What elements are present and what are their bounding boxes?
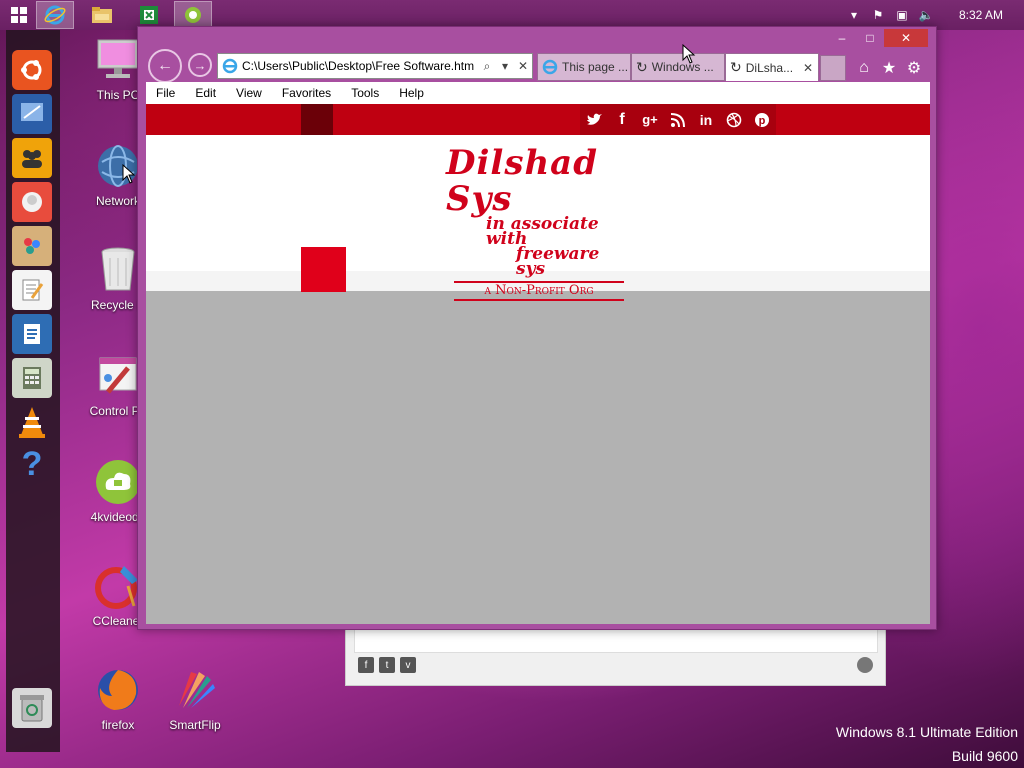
new-tab-button[interactable] xyxy=(820,55,846,81)
forward-button[interactable]: → xyxy=(188,53,212,77)
control-panel-icon xyxy=(94,352,142,400)
excel-icon[interactable] xyxy=(130,1,168,29)
facebook-icon[interactable]: f xyxy=(608,104,636,135)
menu-tools[interactable]: Tools xyxy=(341,86,389,100)
close-tab-icon[interactable]: ✕ xyxy=(798,61,818,75)
windows-watermark-build: Build 9600 xyxy=(951,748,1018,764)
maximize-button[interactable]: □ xyxy=(856,29,884,47)
globe-icon[interactable] xyxy=(857,657,873,673)
twitter-icon[interactable] xyxy=(580,104,608,135)
ie-page-icon xyxy=(222,58,238,74)
tab-windows[interactable]: ↻ Windows ... xyxy=(631,53,725,81)
vimeo-icon[interactable]: v xyxy=(400,657,416,673)
internet-explorer-icon[interactable] xyxy=(36,1,74,29)
monitor-app-icon[interactable] xyxy=(12,94,52,134)
browser-window[interactable]: – □ ✕ ← → C:\Users\Public\Desktop\Free S… xyxy=(137,26,937,630)
tab-this-page[interactable]: This page ... xyxy=(537,53,631,81)
desktop-icon-label: firefox xyxy=(101,718,135,732)
close-window-button[interactable]: ✕ xyxy=(884,29,928,47)
app-icon[interactable] xyxy=(174,1,212,29)
smartflip-icon xyxy=(171,666,219,714)
red-square-block xyxy=(301,247,346,292)
writer-icon[interactable] xyxy=(12,314,52,354)
loading-icon: ↻ xyxy=(636,58,648,75)
address-bar[interactable]: C:\Users\Public\Desktop\Free Software.ht… xyxy=(217,53,533,79)
unity-launcher: ? xyxy=(6,30,60,752)
logo-subtitle-1: in associate with xyxy=(486,214,599,249)
desktop-icon-smartflip[interactable]: SmartFlip xyxy=(155,666,235,732)
home-icon[interactable]: ⌂ xyxy=(853,57,875,79)
tab-label: DiLsha... xyxy=(745,60,794,75)
logo-title: Dilshad Sys xyxy=(446,143,598,219)
ie-page-icon xyxy=(542,59,558,75)
background-window[interactable]: f t v xyxy=(345,626,886,686)
back-button[interactable]: ← xyxy=(148,49,182,83)
clock[interactable]: 8:32 AM xyxy=(938,8,1024,22)
computer-icon xyxy=(94,36,142,84)
mouse-cursor-icon xyxy=(682,44,696,64)
recycle-bin-icon xyxy=(94,246,142,294)
notepad-icon[interactable] xyxy=(12,270,52,310)
header-red-bar: f g+ in p xyxy=(146,104,930,135)
dribbble-icon[interactable] xyxy=(720,104,748,135)
rss-icon[interactable] xyxy=(664,104,692,135)
menu-favorites[interactable]: Favorites xyxy=(272,86,341,100)
favorites-star-icon[interactable]: ★ xyxy=(878,57,900,79)
ccleaner-icon xyxy=(94,562,142,610)
minimize-button[interactable]: – xyxy=(828,29,856,47)
google-plus-icon[interactable]: g+ xyxy=(636,104,664,135)
facebook-icon[interactable]: f xyxy=(358,657,374,673)
file-explorer-icon[interactable] xyxy=(76,1,128,29)
desktop-icon-label: SmartFlip xyxy=(169,718,221,732)
site-logo[interactable]: Dilshad Sys in associate with freeware s… xyxy=(446,145,630,301)
menu-file[interactable]: File xyxy=(146,86,185,100)
tab-label: This page ... xyxy=(562,60,629,74)
address-url[interactable]: C:\Users\Public\Desktop\Free Software.ht… xyxy=(242,59,478,73)
help-icon[interactable]: ? xyxy=(12,444,52,484)
logo-subtitle-2: freeware sys xyxy=(516,244,600,279)
windows-start-icon[interactable] xyxy=(4,1,34,29)
desktop-icon-firefox[interactable]: firefox xyxy=(78,666,158,732)
menu-bar: File Edit View Favorites Tools Help xyxy=(146,82,930,104)
people-icon[interactable] xyxy=(12,138,52,178)
svg-text:p: p xyxy=(759,115,766,127)
page-content: f g+ in p Dilshad Sys in associate with … xyxy=(146,104,930,624)
ubuntu-icon[interactable] xyxy=(12,50,52,90)
background-window-content xyxy=(354,629,878,653)
stop-icon[interactable]: ✕ xyxy=(514,59,532,73)
settings-gear-icon[interactable]: ⚙ xyxy=(903,57,925,79)
header-dark-block xyxy=(301,104,333,135)
vlc-icon[interactable] xyxy=(12,402,52,442)
dropdown-icon[interactable]: ▾ xyxy=(496,59,514,73)
menu-edit[interactable]: Edit xyxy=(185,86,226,100)
search-icon[interactable]: ⌕ xyxy=(478,59,496,74)
twitter-icon[interactable]: t xyxy=(379,657,395,673)
logo-tagline: a Non-Profit Org xyxy=(454,281,624,301)
pinterest-icon[interactable]: p xyxy=(748,104,776,135)
mouse-cursor-icon xyxy=(122,164,136,184)
loading-icon: ↻ xyxy=(730,59,742,75)
paint-icon[interactable] xyxy=(12,226,52,266)
windows-watermark-edition: Windows 8.1 Ultimate Edition xyxy=(835,724,1018,740)
messenger-icon[interactable] xyxy=(12,182,52,222)
tab-dilshad[interactable]: ↻ DiLsha... ✕ xyxy=(725,53,819,81)
menu-help[interactable]: Help xyxy=(389,86,434,100)
menu-view[interactable]: View xyxy=(226,86,272,100)
firefox-icon xyxy=(94,666,142,714)
linkedin-icon[interactable]: in xyxy=(692,104,720,135)
cloud-download-icon xyxy=(94,458,142,506)
trash-icon[interactable] xyxy=(12,688,52,728)
calculator-icon[interactable] xyxy=(12,358,52,398)
